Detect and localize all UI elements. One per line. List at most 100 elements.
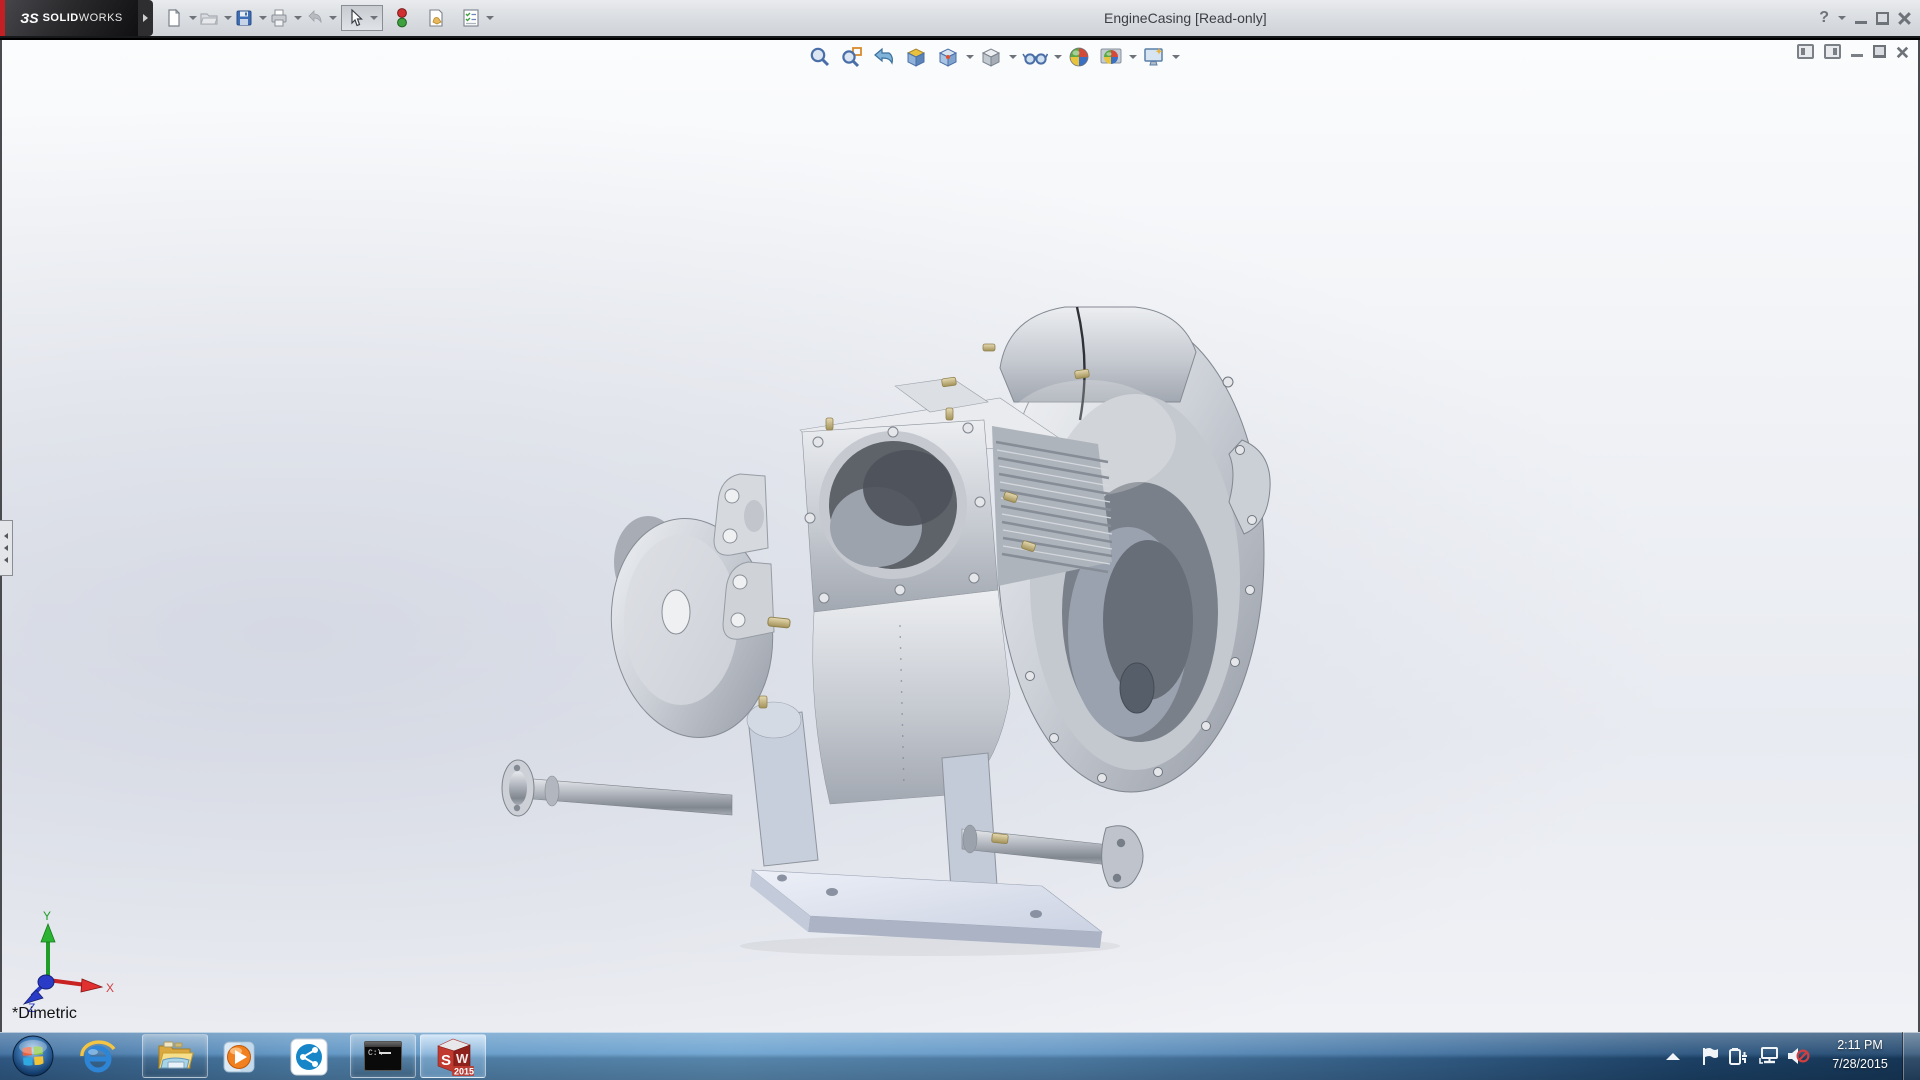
appearance-ball-icon xyxy=(1067,45,1091,69)
volume-tray-button[interactable] xyxy=(1786,1032,1810,1080)
view-settings-button[interactable] xyxy=(1140,43,1168,71)
file-properties-icon xyxy=(426,8,446,28)
print-button[interactable] xyxy=(267,6,291,30)
doc-minimize-button[interactable] xyxy=(1851,54,1863,57)
apply-scene-button[interactable] xyxy=(1097,43,1125,71)
sw-letter-w: W xyxy=(456,1051,469,1066)
save-floppy-icon xyxy=(234,8,254,28)
title-bar: ЗS SOLIDWORKS xyxy=(0,0,1920,38)
taskbar-internet-explorer[interactable] xyxy=(80,1040,116,1080)
apply-scene-icon xyxy=(1099,45,1123,69)
expand-left-arrow-icon xyxy=(4,545,8,551)
file-properties-button[interactable] xyxy=(424,6,448,30)
apply-scene-dropdown[interactable] xyxy=(1129,55,1137,59)
show-hidden-icons-button[interactable] xyxy=(1666,1032,1680,1080)
restore-button[interactable] xyxy=(1876,13,1889,24)
solidworks-logo: ЗS SOLIDWORKS xyxy=(5,0,138,36)
undo-dropdown[interactable] xyxy=(329,16,337,20)
view-orientation-icon xyxy=(936,45,960,69)
command-prompt-icon: C:\ xyxy=(364,1041,402,1071)
options-button[interactable] xyxy=(459,6,483,30)
display-style-dropdown[interactable] xyxy=(1009,55,1017,59)
logo-text-works: WORKS xyxy=(79,12,123,24)
close-button[interactable] xyxy=(1898,12,1910,24)
zoom-to-fit-button[interactable] xyxy=(806,43,834,71)
solidworks-cube-icon: S W 2015 xyxy=(432,1036,474,1076)
standard-toolbar xyxy=(162,0,494,36)
help-button[interactable]: ? xyxy=(1819,9,1829,27)
share-app-icon xyxy=(290,1038,328,1076)
options-dropdown[interactable] xyxy=(486,16,494,20)
open-folder-icon xyxy=(199,8,219,28)
stoplight-icon xyxy=(395,7,409,29)
display-style-icon xyxy=(979,45,1003,69)
up-arrow-icon xyxy=(1666,1053,1680,1060)
sw-year-badge: 2015 xyxy=(454,1067,474,1077)
taskbar-solidworks[interactable]: S W 2015 xyxy=(420,1034,486,1078)
taskbar-media-player[interactable] xyxy=(222,1040,256,1079)
tray-time: 2:11 PM xyxy=(1820,1036,1900,1055)
open-button[interactable] xyxy=(197,6,221,30)
solidworks-screen: ЗS SOLIDWORKS xyxy=(0,0,1920,1080)
window-title: EngineCasing [Read-only] xyxy=(1104,0,1267,36)
media-player-icon xyxy=(222,1040,256,1074)
flag-icon xyxy=(1700,1046,1720,1066)
engine-casing-model[interactable] xyxy=(480,290,1280,960)
hide-show-items-button[interactable] xyxy=(1020,43,1050,71)
previous-view-icon xyxy=(872,45,896,69)
taskbar-command-prompt[interactable]: C:\ xyxy=(350,1034,416,1078)
save-dropdown[interactable] xyxy=(259,16,267,20)
pane-toggle-left-icon[interactable] xyxy=(1797,44,1814,59)
start-button[interactable] xyxy=(12,1035,54,1080)
undo-button[interactable] xyxy=(302,6,326,30)
undo-icon xyxy=(304,8,324,28)
eyeglasses-icon xyxy=(1022,45,1048,69)
power-tray-button[interactable] xyxy=(1728,1032,1750,1080)
document-window-controls xyxy=(1797,44,1908,59)
new-document-button[interactable] xyxy=(162,6,186,30)
internet-explorer-icon xyxy=(80,1040,116,1076)
minimize-button[interactable] xyxy=(1855,21,1867,24)
folder-icon xyxy=(156,1040,194,1072)
volume-muted-icon xyxy=(1786,1046,1810,1066)
taskbar-share-app[interactable] xyxy=(290,1038,328,1080)
new-dropdown[interactable] xyxy=(189,16,197,20)
help-dropdown[interactable] xyxy=(1838,16,1846,20)
previous-view-button[interactable] xyxy=(870,43,898,71)
view-settings-dropdown[interactable] xyxy=(1172,55,1180,59)
doc-restore-button[interactable] xyxy=(1873,46,1886,57)
menu-expand-arrow[interactable] xyxy=(138,0,153,36)
feature-tree-collapsed-tab[interactable] xyxy=(0,520,13,576)
taskbar-windows-explorer[interactable] xyxy=(142,1034,208,1078)
windows-start-orb-icon xyxy=(12,1035,54,1077)
tray-clock[interactable]: 2:11 PM 7/28/2015 xyxy=(1820,1036,1900,1074)
network-tray-button[interactable] xyxy=(1758,1032,1780,1080)
sw-letter-s: S xyxy=(441,1052,451,1069)
doc-close-button[interactable] xyxy=(1897,46,1908,57)
zoom-to-area-button[interactable] xyxy=(838,43,866,71)
tray-date: 7/28/2015 xyxy=(1820,1055,1900,1074)
display-style-button[interactable] xyxy=(977,43,1005,71)
orientation-triad: Y X Z xyxy=(16,908,120,1012)
view-orientation-button[interactable] xyxy=(934,43,962,71)
hide-show-dropdown[interactable] xyxy=(1054,55,1062,59)
edit-appearance-button[interactable] xyxy=(1065,43,1093,71)
select-dropdown[interactable] xyxy=(370,16,378,20)
print-icon xyxy=(269,8,289,28)
pane-toggle-right-icon[interactable] xyxy=(1824,44,1841,59)
zoom-to-area-icon xyxy=(840,45,864,69)
save-button[interactable] xyxy=(232,6,256,30)
section-view-icon xyxy=(904,45,928,69)
show-desktop-button[interactable] xyxy=(1902,1032,1920,1080)
taskbar xyxy=(0,1032,1920,1080)
action-center-button[interactable] xyxy=(1700,1032,1720,1080)
view-orientation-dropdown[interactable] xyxy=(966,55,974,59)
new-document-icon xyxy=(164,8,184,28)
rebuild-button[interactable] xyxy=(393,5,411,31)
solidworks-logo-mark: ЗS xyxy=(20,10,38,26)
select-tool-button[interactable] xyxy=(341,5,383,31)
open-dropdown[interactable] xyxy=(224,16,232,20)
print-dropdown[interactable] xyxy=(294,16,302,20)
network-icon xyxy=(1758,1046,1780,1066)
section-view-button[interactable] xyxy=(902,43,930,71)
